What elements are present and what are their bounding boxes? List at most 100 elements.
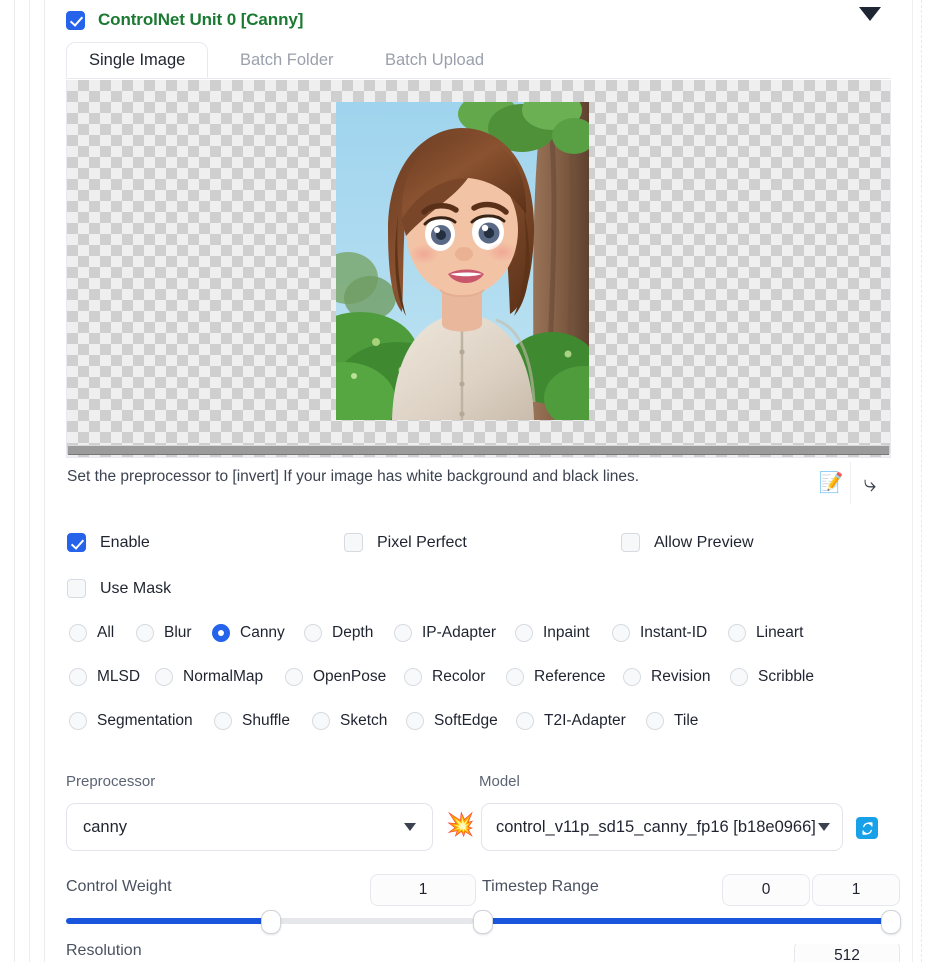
control-weight-label: Control Weight	[66, 878, 172, 896]
radio-recolor[interactable]	[404, 668, 422, 686]
allow-preview-checkbox[interactable]	[621, 533, 640, 552]
control-type-label: SoftEdge	[434, 712, 498, 730]
radio-mlsd[interactable]	[69, 668, 87, 686]
use-mask-checkbox[interactable]	[67, 579, 86, 598]
enable-option[interactable]: Enable	[67, 533, 150, 552]
timestep-range-label: Timestep Range	[482, 878, 599, 896]
control-type-mlsd[interactable]: MLSD	[69, 668, 140, 686]
allow-preview-option[interactable]: Allow Preview	[621, 533, 754, 552]
control-type-scribble[interactable]: Scribble	[730, 668, 814, 686]
radio-normalmap[interactable]	[155, 668, 173, 686]
control-type-label: Reference	[534, 668, 606, 686]
radio-inpaint[interactable]	[515, 624, 533, 642]
image-drop-area[interactable]	[66, 80, 891, 458]
control-type-row-2: MLSD NormalMap OpenPose Recolor Referenc…	[66, 668, 891, 698]
preprocessor-dropdown[interactable]: canny	[66, 803, 433, 851]
radio-openpose[interactable]	[285, 668, 303, 686]
image-source-tabs: Single Image Batch Folder Batch Upload	[66, 42, 891, 79]
radio-ip-adapter[interactable]	[394, 624, 412, 642]
control-type-sketch[interactable]: Sketch	[312, 712, 387, 730]
control-weight-slider-thumb[interactable]	[261, 910, 281, 934]
panel-divider-line	[29, 0, 30, 962]
control-type-shuffle[interactable]: Shuffle	[214, 712, 290, 730]
radio-depth[interactable]	[304, 624, 322, 642]
radio-blur[interactable]	[136, 624, 154, 642]
model-dropdown[interactable]: control_v11p_sd15_canny_fp16 [b18e0966]	[481, 803, 843, 851]
options-row-1: Enable Pixel Perfect Allow Preview	[66, 533, 891, 563]
chevron-down-icon[interactable]	[859, 7, 881, 21]
control-type-inpaint[interactable]: Inpaint	[515, 624, 590, 642]
radio-instant-id[interactable]	[612, 624, 630, 642]
control-type-segmentation[interactable]: Segmentation	[69, 712, 193, 730]
image-horizontal-scrollbar[interactable]	[68, 445, 889, 455]
radio-sketch[interactable]	[312, 712, 330, 730]
unit-enable-checkbox[interactable]	[66, 11, 85, 30]
refresh-icon[interactable]	[856, 817, 878, 839]
panel-divider-line	[44, 0, 45, 962]
timestep-range-slider[interactable]	[482, 918, 890, 924]
control-type-depth[interactable]: Depth	[304, 624, 373, 642]
radio-canny[interactable]	[212, 624, 230, 642]
pixel-perfect-label: Pixel Perfect	[377, 534, 467, 552]
tab-batch-upload[interactable]: Batch Upload	[363, 42, 506, 78]
tab-batch-folder[interactable]: Batch Folder	[218, 42, 356, 78]
scrollbar-track[interactable]	[921, 0, 923, 962]
radio-lineart[interactable]	[728, 624, 746, 642]
control-image-preview[interactable]	[336, 102, 589, 420]
control-type-label: NormalMap	[183, 668, 263, 686]
control-type-lineart[interactable]: Lineart	[728, 624, 803, 642]
pixel-perfect-option[interactable]: Pixel Perfect	[344, 533, 467, 552]
radio-revision[interactable]	[623, 668, 641, 686]
radio-tile[interactable]	[646, 712, 664, 730]
control-type-t2i-adapter[interactable]: T2I-Adapter	[516, 712, 626, 730]
control-type-revision[interactable]: Revision	[623, 668, 710, 686]
burst-icon[interactable]: 💥	[446, 813, 475, 836]
panel-divider-line	[14, 0, 15, 962]
control-type-all[interactable]: All	[69, 624, 114, 642]
control-type-label: Depth	[332, 624, 373, 642]
undo-arrow-icon[interactable]: ⤷	[850, 462, 889, 504]
control-type-recolor[interactable]: Recolor	[404, 668, 485, 686]
control-type-normalmap[interactable]: NormalMap	[155, 668, 263, 686]
tab-single-image[interactable]: Single Image	[66, 42, 208, 78]
allow-preview-label: Allow Preview	[654, 534, 754, 552]
control-type-softedge[interactable]: SoftEdge	[406, 712, 498, 730]
control-type-instant-id[interactable]: Instant-ID	[612, 624, 707, 642]
preprocessor-label: Preprocessor	[66, 773, 155, 790]
unit-title: ControlNet Unit 0 [Canny]	[98, 10, 303, 30]
timestep-range-slider-thumb-end[interactable]	[881, 910, 901, 934]
use-mask-option[interactable]: Use Mask	[67, 579, 171, 598]
control-type-label: Tile	[674, 712, 698, 730]
control-type-reference[interactable]: Reference	[506, 668, 606, 686]
control-type-label: Revision	[651, 668, 710, 686]
radio-scribble[interactable]	[730, 668, 748, 686]
control-type-ip-adapter[interactable]: IP-Adapter	[394, 624, 496, 642]
image-tool-icons: 📝 ⤷	[812, 462, 889, 504]
control-weight-value-input[interactable]: 1	[370, 874, 476, 906]
timestep-range-slider-thumb-start[interactable]	[473, 910, 493, 934]
edit-document-icon[interactable]: 📝	[812, 462, 850, 504]
control-type-blur[interactable]: Blur	[136, 624, 192, 642]
control-type-openpose[interactable]: OpenPose	[285, 668, 386, 686]
control-type-canny[interactable]: Canny	[212, 624, 285, 642]
control-type-label: IP-Adapter	[422, 624, 496, 642]
enable-label: Enable	[100, 534, 150, 552]
radio-segmentation[interactable]	[69, 712, 87, 730]
controlnet-unit-header: ControlNet Unit 0 [Canny]	[66, 4, 897, 36]
resolution-value-input[interactable]: 512	[794, 944, 900, 962]
options-row-2: Use Mask	[66, 579, 891, 609]
radio-reference[interactable]	[506, 668, 524, 686]
control-type-tile[interactable]: Tile	[646, 712, 698, 730]
radio-softedge[interactable]	[406, 712, 424, 730]
control-weight-slider[interactable]	[66, 918, 474, 924]
radio-all[interactable]	[69, 624, 87, 642]
control-type-label: Inpaint	[543, 624, 590, 642]
timestep-start-input[interactable]: 0	[722, 874, 810, 906]
control-image-graphic	[336, 102, 589, 420]
pixel-perfect-checkbox[interactable]	[344, 533, 363, 552]
radio-shuffle[interactable]	[214, 712, 232, 730]
use-mask-label: Use Mask	[100, 580, 171, 598]
timestep-end-input[interactable]: 1	[812, 874, 900, 906]
enable-checkbox[interactable]	[67, 533, 86, 552]
radio-t2i-adapter[interactable]	[516, 712, 534, 730]
